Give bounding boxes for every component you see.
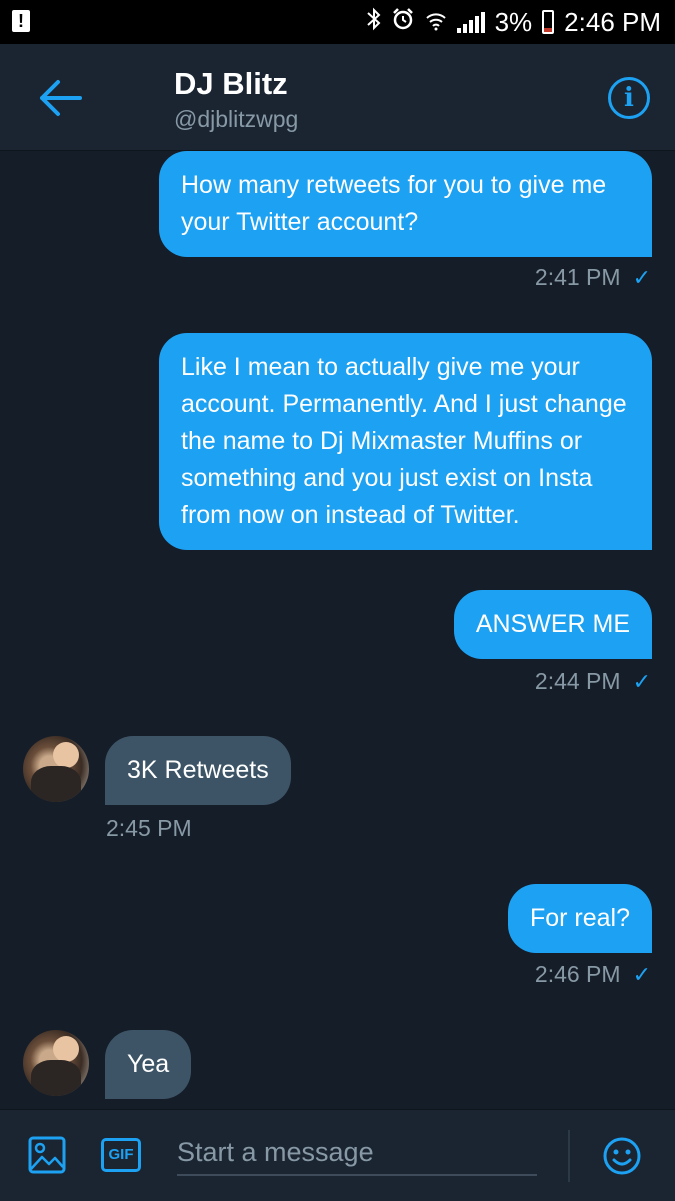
message-timestamp: 2:44 PM ✓	[535, 668, 651, 695]
arrow-left-icon	[40, 80, 82, 116]
conversation-handle[interactable]: @djblitzwpg	[174, 106, 298, 133]
message-bubble-outgoing[interactable]: How many retweets for you to give me you…	[159, 151, 652, 257]
timestamp-text: 2:46 PM	[534, 961, 621, 987]
alarm-icon	[391, 7, 415, 38]
message-bubble-incoming[interactable]: 3K Retweets	[105, 736, 291, 805]
battery-icon	[542, 10, 555, 34]
message-input[interactable]	[177, 1130, 537, 1176]
bluetooth-icon	[366, 7, 381, 38]
message-text: Yea	[127, 1050, 170, 1078]
read-check-icon: ✓	[632, 961, 651, 987]
emoji-icon	[603, 1137, 641, 1175]
message-list[interactable]: How many retweets for you to give me you…	[0, 151, 675, 1109]
battery-percent: 3%	[494, 6, 533, 37]
message-text: 3K Retweets	[127, 756, 269, 784]
message-bubble-outgoing[interactable]: Like I mean to actually give me your acc…	[159, 333, 652, 550]
conversation-title[interactable]: DJ Blitz	[174, 66, 288, 102]
composer-divider	[568, 1130, 570, 1182]
message-composer: GIF	[0, 1109, 675, 1201]
gif-label: GIF	[108, 1146, 134, 1163]
alert-icon: !	[12, 10, 30, 32]
status-time: 2:46 PM	[564, 6, 661, 37]
message-bubble-outgoing[interactable]: For real?	[507, 884, 652, 953]
read-check-icon: ✓	[632, 668, 651, 694]
conversation-header: DJ Blitz @djblitzwpg i	[0, 44, 675, 151]
status-bar: ! 3% 2:46 PM	[0, 0, 675, 44]
image-icon	[28, 1136, 66, 1174]
timestamp-text: 2:44 PM	[534, 668, 621, 694]
message-bubble-incoming[interactable]: Yea	[105, 1030, 192, 1099]
timestamp-text: 2:41 PM	[534, 264, 621, 290]
timestamp-text: 2:45 PM	[106, 815, 192, 841]
message-timestamp: 2:45 PM	[106, 815, 192, 842]
avatar[interactable]	[23, 1030, 89, 1096]
message-text: ANSWER ME	[475, 610, 630, 638]
emoji-button[interactable]	[602, 1136, 642, 1176]
signal-icon	[456, 11, 485, 33]
read-check-icon: ✓	[632, 264, 651, 290]
wifi-icon	[425, 7, 447, 38]
message-bubble-outgoing[interactable]: ANSWER ME	[453, 590, 652, 659]
message-timestamp: 2:46 PM ✓	[535, 961, 651, 988]
status-icons: 3% 2:46 PM	[366, 0, 661, 44]
info-button[interactable]: i	[608, 77, 650, 119]
message-text: Like I mean to actually give me your acc…	[181, 353, 627, 529]
avatar[interactable]	[23, 736, 89, 802]
add-image-button[interactable]	[28, 1136, 66, 1174]
back-button[interactable]	[36, 76, 84, 120]
message-text: For real?	[529, 904, 630, 932]
info-icon: i	[624, 83, 634, 113]
gif-button[interactable]: GIF	[101, 1138, 141, 1172]
message-timestamp: 2:41 PM ✓	[535, 264, 651, 291]
message-text: How many retweets for you to give me you…	[181, 171, 607, 236]
